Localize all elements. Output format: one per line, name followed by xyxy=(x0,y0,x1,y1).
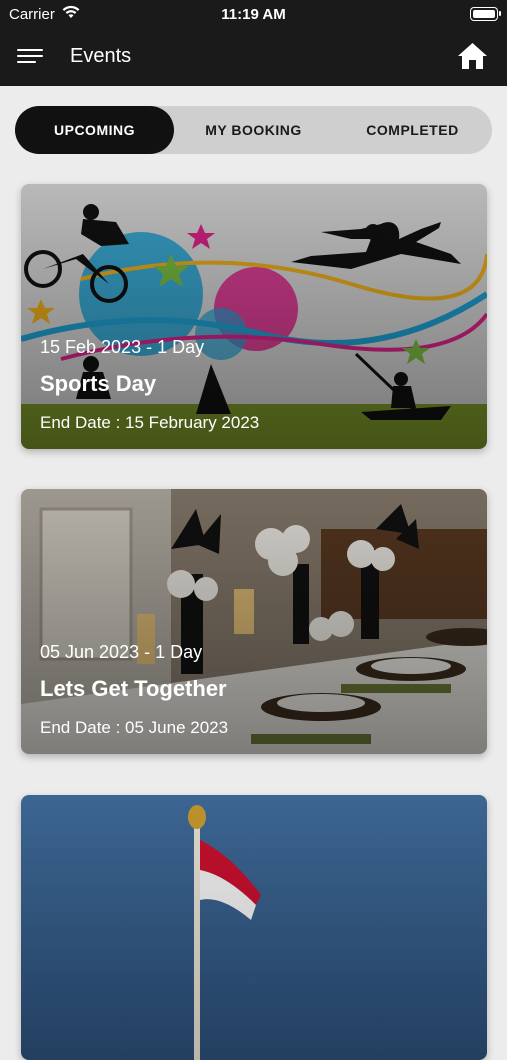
image-overlay xyxy=(21,795,487,1060)
page-title: Events xyxy=(70,45,132,67)
tab-my-booking[interactable]: MY BOOKING xyxy=(174,106,333,154)
app-header: Carrier 11:19 AM Events xyxy=(0,0,507,86)
event-end-date: End Date : 15 February 2023 xyxy=(40,413,260,432)
tab-completed[interactable]: COMPLETED xyxy=(333,106,492,154)
battery-icon xyxy=(470,7,501,21)
home-icon[interactable] xyxy=(457,42,488,70)
image-overlay xyxy=(21,489,487,754)
event-name: Lets Get Together xyxy=(40,676,227,701)
image-overlay xyxy=(21,184,487,449)
event-end-date: End Date : 05 June 2023 xyxy=(40,718,229,737)
event-name: Sports Day xyxy=(40,371,157,396)
event-filter-tabs: UPCOMING MY BOOKING COMPLETED xyxy=(15,106,492,154)
event-dates: 15 Feb 2023 - 1 Day xyxy=(40,337,205,357)
event-card-sports-day[interactable]: 15 Feb 2023 - 1 Day Sports Day End Date … xyxy=(21,184,487,449)
tab-upcoming[interactable]: UPCOMING xyxy=(15,106,174,154)
event-card-lets-get-together[interactable]: 05 Jun 2023 - 1 Day Lets Get Together En… xyxy=(21,489,487,754)
hamburger-menu-icon[interactable] xyxy=(17,46,43,66)
event-dates: 05 Jun 2023 - 1 Day xyxy=(40,642,203,662)
status-time: 11:19 AM xyxy=(221,6,286,23)
status-bar: Carrier 11:19 AM xyxy=(0,0,507,28)
event-card-flag[interactable] xyxy=(21,795,487,1060)
